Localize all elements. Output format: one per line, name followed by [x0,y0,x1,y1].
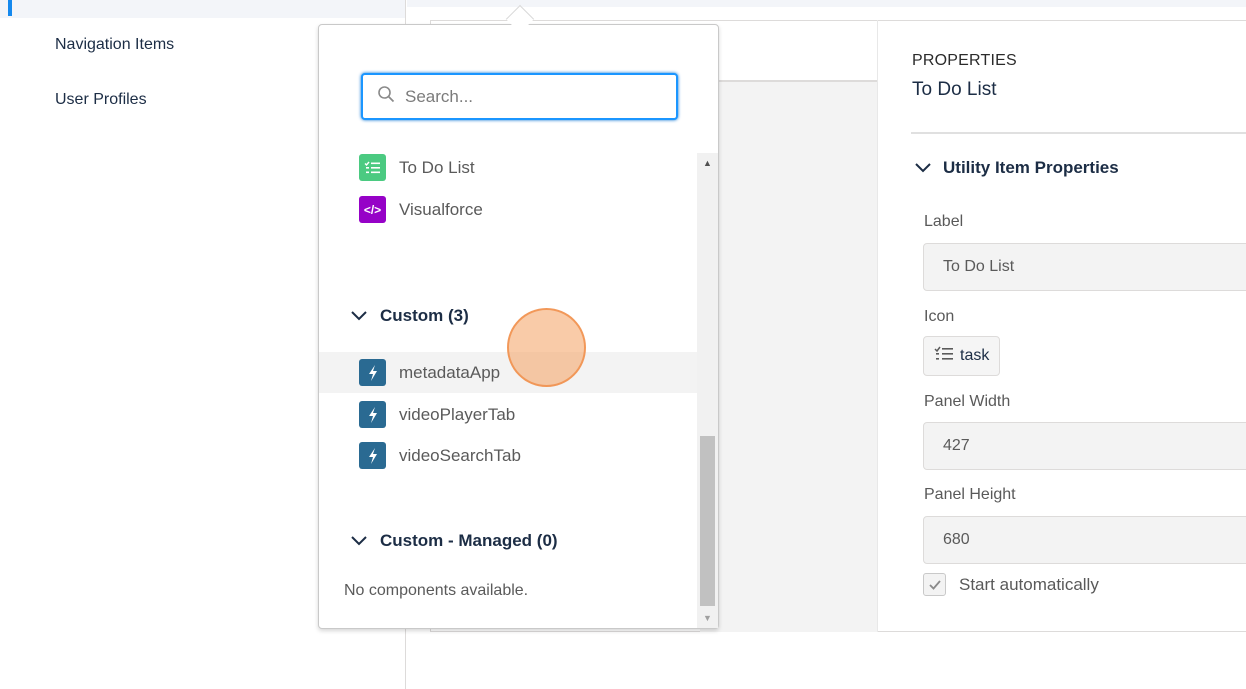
list-item-label: videoSearchTab [399,445,521,465]
list-item-label: metadataApp [399,362,501,382]
list-item-to-do-list[interactable]: To Do List [319,153,697,188]
sidebar-item-navigation-items[interactable]: Navigation Items [55,36,174,54]
panel-width-label: Panel Width [924,393,1011,410]
sidebar-item-user-profiles[interactable]: User Profiles [55,91,147,109]
list-item-label: To Do List [399,157,475,177]
start-automatically-checkbox[interactable] [923,573,946,596]
list-scrollbar[interactable]: ▲ ▼ [697,153,718,628]
chevron-down-icon [351,531,367,551]
code-icon: </> [359,196,386,223]
component-list: To Do List </> Visualforce Custom (3) me… [319,153,697,628]
group-toggle-custom-managed[interactable]: Custom - Managed (0) [351,531,558,551]
scroll-down-arrow-icon[interactable]: ▼ [697,608,718,628]
search-icon [377,85,395,108]
chevron-down-icon [915,158,931,178]
start-automatically-label: Start automatically [959,574,1099,594]
group-toggle-custom[interactable]: Custom (3) [351,306,469,326]
label-field-value: To Do List [943,258,1015,275]
lightning-icon [359,401,386,428]
panel-width-field[interactable]: 427 [923,422,1246,470]
empty-state-message: No components available. [344,582,529,599]
group-title: Custom (3) [380,306,469,325]
list-item-visualforce[interactable]: </> Visualforce [319,189,697,230]
sidebar-selected-band [0,0,405,18]
start-automatically-row: Start automatically [923,573,1099,596]
top-strip [407,0,1246,7]
task-icon [359,154,386,181]
list-item-videoplayertab[interactable]: videoPlayerTab [319,394,697,435]
search-box [361,73,678,120]
list-item-label: Visualforce [399,199,483,219]
icon-value: task [960,347,990,364]
icon-picker-button[interactable]: task [923,336,1001,376]
utility-canvas-preview [700,80,877,632]
lightning-icon [359,359,386,386]
app-root: Navigation Items User Profiles PROPERTIE… [0,0,1246,689]
group-title: Custom - Managed (0) [380,531,558,550]
label-field-label: Label [924,213,964,230]
icon-field-label: Icon [924,308,955,325]
search-input[interactable] [405,86,655,107]
scroll-thumb[interactable] [700,436,715,606]
utility-item-properties-toggle[interactable]: Utility Item Properties [915,158,1119,178]
label-field[interactable]: To Do List [923,243,1246,291]
sidebar-active-marker [8,0,12,16]
scroll-up-arrow-icon[interactable]: ▲ [697,153,718,173]
chevron-down-icon [351,306,367,326]
list-item-label: videoPlayerTab [399,404,516,424]
properties-eyebrow: PROPERTIES [912,52,1017,69]
section-title: Utility Item Properties [943,158,1119,177]
panel-height-field[interactable]: 680 [923,516,1246,564]
properties-divider [911,132,1246,134]
task-icon [934,346,954,367]
lightning-icon [359,442,386,469]
properties-title: To Do List [912,79,997,100]
panel-height-value: 680 [943,531,970,548]
panel-divider [877,20,878,632]
panel-height-label: Panel Height [924,486,1016,503]
panel-width-value: 427 [943,437,970,454]
click-indicator [507,308,586,387]
list-item-videosearchtab[interactable]: videoSearchTab [319,435,697,476]
